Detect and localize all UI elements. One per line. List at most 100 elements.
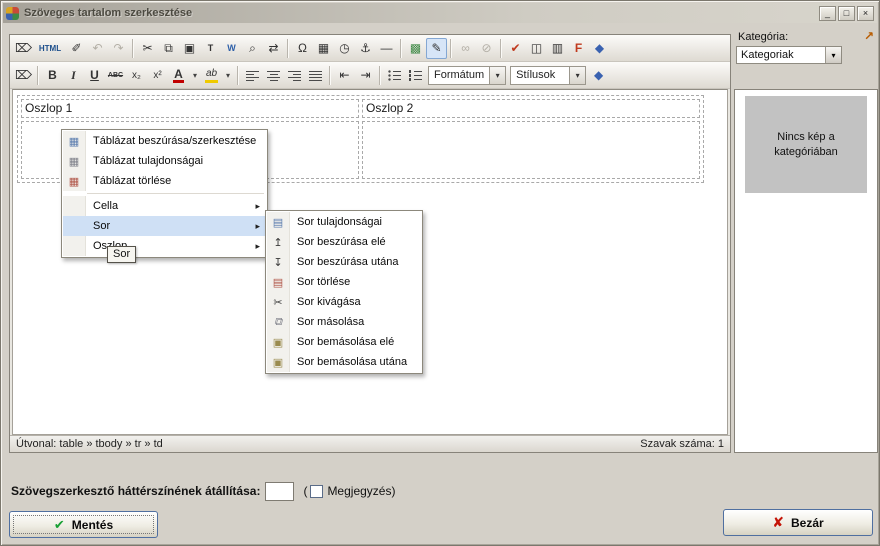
- preview-icon[interactable]: ◫: [526, 38, 547, 59]
- menu-item-label: Cella: [86, 200, 128, 212]
- cut-icon[interactable]: ✂: [137, 38, 158, 59]
- copy-icon[interactable]: ⧉: [158, 38, 179, 59]
- menu-item-label: Táblázat beszúrása/szerkesztése: [86, 135, 266, 147]
- insert-row-after-icon: ↧: [267, 252, 290, 272]
- no-image-placeholder: Nincs kép a kategóriában: [745, 96, 867, 193]
- focus-outline: [13, 515, 154, 534]
- note-paren: (: [303, 484, 307, 498]
- insert-time-icon[interactable]: ◷: [334, 38, 355, 59]
- table-cell[interactable]: [362, 121, 700, 179]
- paste-icon[interactable]: ▣: [179, 38, 200, 59]
- redo-icon[interactable]: ↷: [108, 38, 129, 59]
- menu-item-cell[interactable]: Cella ▸: [63, 196, 266, 216]
- insert-date-icon[interactable]: ▦: [313, 38, 334, 59]
- unlink-icon[interactable]: ⊘: [476, 38, 497, 59]
- align-left-icon: [246, 70, 259, 81]
- menu-item-row[interactable]: Sor ▸: [63, 216, 266, 236]
- align-left-button[interactable]: [242, 65, 263, 86]
- menu-item-insert-table[interactable]: ▦ Táblázat beszúrása/szerkesztése: [63, 131, 266, 151]
- toolbar-separator: [379, 66, 381, 85]
- insert-table-glyph: ▦: [69, 135, 79, 148]
- paste-as-text-icon[interactable]: T: [200, 38, 221, 59]
- special-character-icon[interactable]: Ω: [292, 38, 313, 59]
- copy-row-icon: ⧉: [267, 312, 290, 332]
- menu-item-table-properties[interactable]: ▦ Táblázat tulajdonságai: [63, 151, 266, 171]
- indent-button[interactable]: ⇥: [355, 65, 376, 86]
- anchor-icon[interactable]: ⚓: [355, 38, 376, 59]
- submenu-item-paste-row-before[interactable]: ▣ Sor bemásolása elé: [267, 332, 421, 352]
- table-cell[interactable]: Oszlop 1: [21, 99, 359, 118]
- close-icon[interactable]: ×: [857, 6, 874, 21]
- html-source-button[interactable]: HTML: [34, 38, 66, 59]
- highlight-color-button[interactable]: ab: [201, 65, 222, 86]
- text-color-button[interactable]: A: [168, 65, 189, 86]
- print-icon[interactable]: ▥: [547, 38, 568, 59]
- minimize-button[interactable]: _: [819, 6, 836, 21]
- align-right-button[interactable]: [284, 65, 305, 86]
- window-title: Szöveges tartalom szerkesztése: [24, 7, 817, 19]
- align-center-button[interactable]: [263, 65, 284, 86]
- find-replace-icon[interactable]: ⇄: [263, 38, 284, 59]
- format-painter-icon[interactable]: ✐: [66, 38, 87, 59]
- edit-image-icon[interactable]: ✎: [426, 38, 447, 59]
- cleanup-icon[interactable]: ⌦: [13, 38, 34, 59]
- find-icon[interactable]: ⌕: [242, 38, 263, 59]
- visual-guidelines-icon[interactable]: ▩: [405, 38, 426, 59]
- background-color-label: Szövegszerkesztő háttérszínének átállítá…: [11, 484, 260, 498]
- format-select[interactable]: Formátum ▾: [428, 66, 506, 85]
- underline-button[interactable]: U: [84, 65, 105, 86]
- horizontal-rule-icon[interactable]: —: [376, 38, 397, 59]
- background-color-input[interactable]: [265, 482, 294, 501]
- submenu-item-insert-row-before[interactable]: ↥ Sor beszúrása elé: [267, 232, 421, 252]
- highlight-color-arrow[interactable]: ▾: [222, 65, 234, 86]
- align-justify-button[interactable]: [305, 65, 326, 86]
- menu-item-label: Sor beszúrása utána: [290, 256, 409, 268]
- submenu-item-cut-row[interactable]: ✂ Sor kivágása: [267, 292, 421, 312]
- bullet-list-button[interactable]: [384, 65, 405, 86]
- note-checkbox[interactable]: [310, 485, 323, 498]
- align-right-icon: [288, 70, 301, 81]
- paste-from-word-icon[interactable]: W: [221, 38, 242, 59]
- undo-icon[interactable]: ↶: [87, 38, 108, 59]
- strikethrough-button[interactable]: ABC: [105, 65, 126, 86]
- empty-icon-gutter: [63, 216, 86, 236]
- submenu-item-copy-row[interactable]: ⧉ Sor másolása: [267, 312, 421, 332]
- chevron-down-icon: ▾: [489, 67, 505, 84]
- styles-select-value: Stílusok: [511, 69, 569, 81]
- remove-format-icon[interactable]: ⌦: [13, 65, 34, 86]
- paste-row-before-glyph: ▣: [273, 336, 283, 349]
- italic-button[interactable]: I: [63, 65, 84, 86]
- bold-button[interactable]: B: [42, 65, 63, 86]
- outdent-button[interactable]: ⇤: [334, 65, 355, 86]
- numbered-list-button[interactable]: [405, 65, 426, 86]
- subscript-button[interactable]: x₂: [126, 65, 147, 86]
- submenu-item-row-properties[interactable]: ▤ Sor tulajdonságai: [267, 212, 421, 232]
- toolbar-separator: [237, 66, 239, 85]
- superscript-button[interactable]: x²: [147, 65, 168, 86]
- menu-item-delete-table[interactable]: ▦ Táblázat törlése: [63, 171, 266, 191]
- insert-row-before-icon: ↥: [267, 232, 290, 252]
- insert-media-icon[interactable]: ◆: [589, 38, 610, 59]
- table-cell[interactable]: Oszlop 2: [362, 99, 700, 118]
- styles-select[interactable]: Stílusok ▾: [510, 66, 586, 85]
- text-color-arrow[interactable]: ▾: [189, 65, 201, 86]
- spellcheck-icon[interactable]: ✔: [505, 38, 526, 59]
- insert-row-after-glyph: ↧: [273, 256, 282, 269]
- maximize-button[interactable]: □: [838, 6, 855, 21]
- insert-flash-icon[interactable]: F: [568, 38, 589, 59]
- save-button[interactable]: ✔ Mentés: [9, 511, 158, 538]
- dialog-close-button[interactable]: ✘ Bezár: [723, 509, 873, 536]
- insert-link-icon[interactable]: ∞: [455, 38, 476, 59]
- submenu-item-paste-row-after[interactable]: ▣ Sor bemásolása utána: [267, 352, 421, 372]
- title-bar[interactable]: Szöveges tartalom szerkesztése _ □ ×: [3, 3, 877, 23]
- element-path[interactable]: Útvonal: table » tbody » tr » td: [16, 438, 163, 450]
- category-picker-icon[interactable]: ↗: [861, 29, 877, 44]
- category-dropdown[interactable]: Kategoriak ▾: [736, 46, 842, 64]
- submenu-item-insert-row-after[interactable]: ↧ Sor beszúrása utána: [267, 252, 421, 272]
- submenu-item-delete-row[interactable]: ▤ Sor törlése: [267, 272, 421, 292]
- delete-row-glyph: ▤: [273, 276, 283, 289]
- row-submenu: ▤ Sor tulajdonságai ↥ Sor beszúrása elé …: [265, 210, 423, 374]
- format-select-value: Formátum: [429, 69, 489, 81]
- menu-item-column[interactable]: Oszlop ▸: [63, 236, 266, 256]
- category-dropdown-value: Kategoriak: [737, 49, 825, 61]
